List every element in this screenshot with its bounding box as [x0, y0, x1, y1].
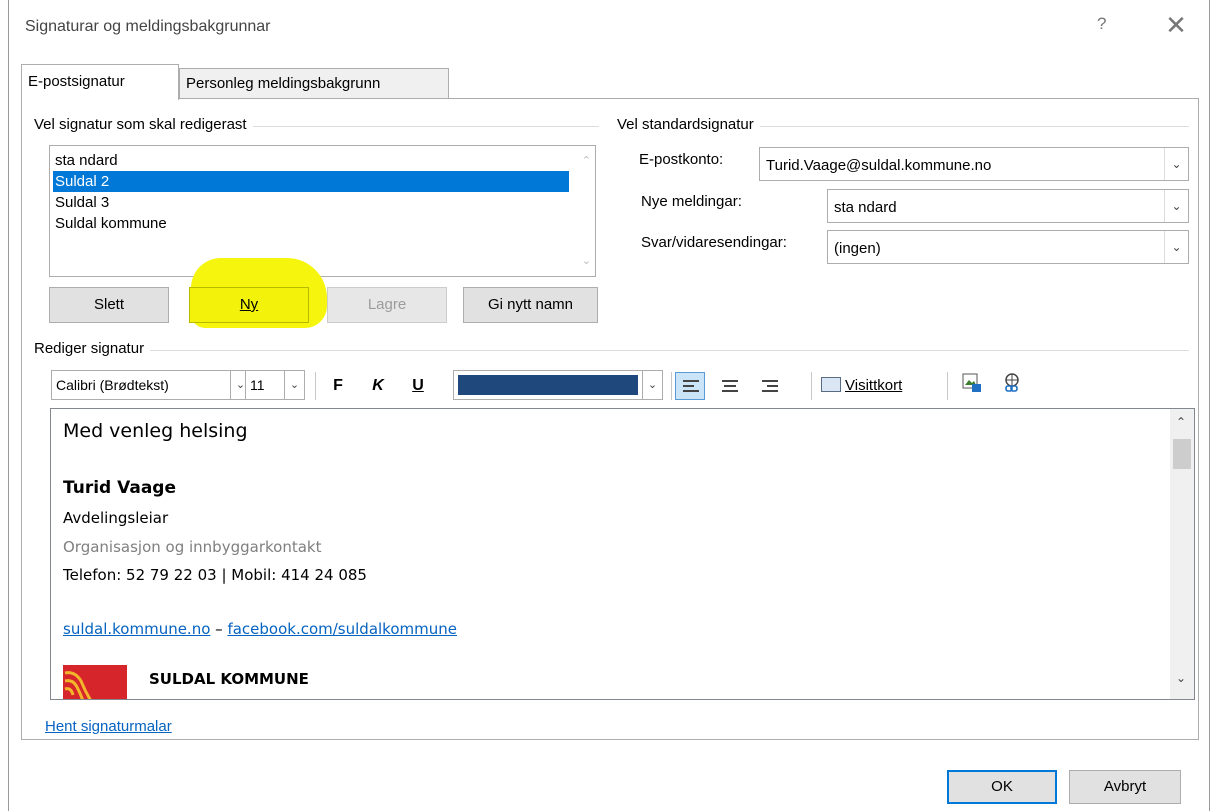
account-label: E-postkonto:	[639, 151, 724, 168]
dialog-title: Signaturar og meldingsbakgrunnar	[25, 18, 271, 35]
reply-select[interactable]: (ingen) ⌄	[827, 230, 1189, 264]
cancel-button[interactable]: Avbryt	[1069, 770, 1181, 804]
signature-name: Turid Vaage	[63, 478, 176, 498]
scroll-up-icon[interactable]: ⌃	[1176, 415, 1186, 429]
signature-links: suldal.kommune.no – facebook.com/suldalk…	[63, 620, 457, 638]
underline-button[interactable]: U	[407, 372, 429, 400]
title-bar: Signaturar og meldingsbakgrunnar ? ✕	[9, 0, 1209, 52]
new-messages-select[interactable]: sta ndard ⌄	[827, 189, 1189, 223]
align-left-button[interactable]	[675, 372, 705, 400]
size-value: 11	[250, 377, 265, 393]
signature-list[interactable]: sta ndard Suldal 2 Suldal 3 Suldal kommu…	[49, 145, 596, 277]
signature-role: Avdelingsleiar	[63, 509, 169, 527]
business-card-label: Visittkort	[845, 377, 903, 394]
new-messages-label: Nye meldingar:	[641, 193, 742, 210]
tab-email-signature[interactable]: E-postsignatur	[21, 64, 179, 100]
hyperlink-icon[interactable]	[999, 372, 1025, 400]
toolbar-divider	[947, 372, 948, 400]
editor-scrollbar[interactable]: ⌃ ⌄	[1170, 409, 1194, 699]
toolbar-divider	[811, 372, 812, 400]
select-group-label: Vel signatur som skal redigerast	[34, 116, 253, 133]
account-value: Turid.Vaage@suldal.kommune.no	[766, 157, 992, 174]
get-templates-link[interactable]: Hent signaturmalar	[45, 718, 172, 735]
save-button[interactable]: Lagre	[327, 287, 447, 323]
new-button-label: Ny	[239, 296, 259, 313]
edit-group-label: Rediger signatur	[34, 340, 151, 357]
signature-department: Organisasjon og innbyggarkontakt	[63, 538, 322, 556]
scroll-thumb[interactable]	[1173, 439, 1191, 469]
signature-phone: Telefon: 52 79 22 03 | Mobil: 414 24 085	[63, 566, 367, 584]
suldal-logo	[63, 665, 127, 699]
link-separator: –	[210, 620, 228, 638]
scroll-up-icon[interactable]: ⌃	[582, 154, 591, 167]
delete-button[interactable]: Slett	[49, 287, 169, 323]
font-color-swatch	[458, 375, 638, 395]
rename-button[interactable]: Gi nytt namn	[463, 287, 598, 323]
insert-picture-icon[interactable]	[959, 372, 985, 400]
align-right-button[interactable]	[755, 372, 785, 400]
font-value: Calibri (Brødtekst)	[56, 377, 169, 393]
signature-org: SULDAL KOMMUNE	[149, 670, 309, 688]
chevron-down-icon[interactable]: ⌄	[1164, 231, 1188, 263]
list-item[interactable]: Suldal 3	[53, 192, 569, 213]
chevron-down-icon[interactable]: ⌄	[284, 371, 304, 399]
toolbar-divider	[671, 372, 672, 400]
signatures-dialog: Signaturar og meldingsbakgrunnar ? ✕ E-p…	[8, 0, 1210, 811]
signature-greeting: Med venleg helsing	[63, 420, 248, 442]
list-item-selected[interactable]: Suldal 2	[53, 171, 569, 192]
font-select[interactable]: Calibri (Brødtekst) ⌄	[51, 370, 251, 400]
chevron-down-icon[interactable]: ⌄	[1164, 148, 1188, 180]
tab-personal-stationery[interactable]: Personleg meldingsbakgrunn	[179, 68, 449, 100]
account-select[interactable]: Turid.Vaage@suldal.kommune.no ⌄	[759, 147, 1189, 181]
signature-editor[interactable]: Med venleg helsing Turid Vaage Avdelings…	[50, 408, 1195, 700]
toolbar-divider	[315, 372, 316, 400]
new-button[interactable]: Ny	[189, 287, 309, 323]
ok-button[interactable]: OK	[947, 770, 1057, 804]
new-messages-value: sta ndard	[834, 199, 897, 216]
edit-group-divider	[39, 350, 1189, 351]
list-item[interactable]: Suldal kommune	[53, 213, 569, 234]
size-select[interactable]: 11 ⌄	[245, 370, 305, 400]
default-group-label: Vel standardsignatur	[617, 116, 760, 133]
facebook-link[interactable]: facebook.com/suldalkommune	[227, 620, 457, 638]
list-item[interactable]: sta ndard	[53, 150, 569, 171]
website-link[interactable]: suldal.kommune.no	[63, 620, 210, 638]
font-color-select[interactable]: ⌄	[453, 370, 663, 400]
business-card-button[interactable]: Visittkort	[821, 372, 941, 400]
bold-button[interactable]: F	[327, 372, 349, 400]
reply-value: (ingen)	[834, 240, 881, 257]
scroll-down-icon[interactable]: ⌄	[1176, 671, 1186, 685]
scroll-down-icon[interactable]: ⌄	[582, 254, 591, 267]
business-card-icon	[821, 377, 841, 392]
chevron-down-icon[interactable]: ⌄	[642, 371, 662, 399]
help-icon[interactable]: ?	[1097, 14, 1106, 34]
reply-label: Svar/vidaresendingar:	[641, 234, 787, 251]
chevron-down-icon[interactable]: ⌄	[1164, 190, 1188, 222]
align-center-button[interactable]	[715, 372, 745, 400]
close-icon[interactable]: ✕	[1159, 8, 1193, 42]
italic-button[interactable]: K	[367, 372, 389, 400]
